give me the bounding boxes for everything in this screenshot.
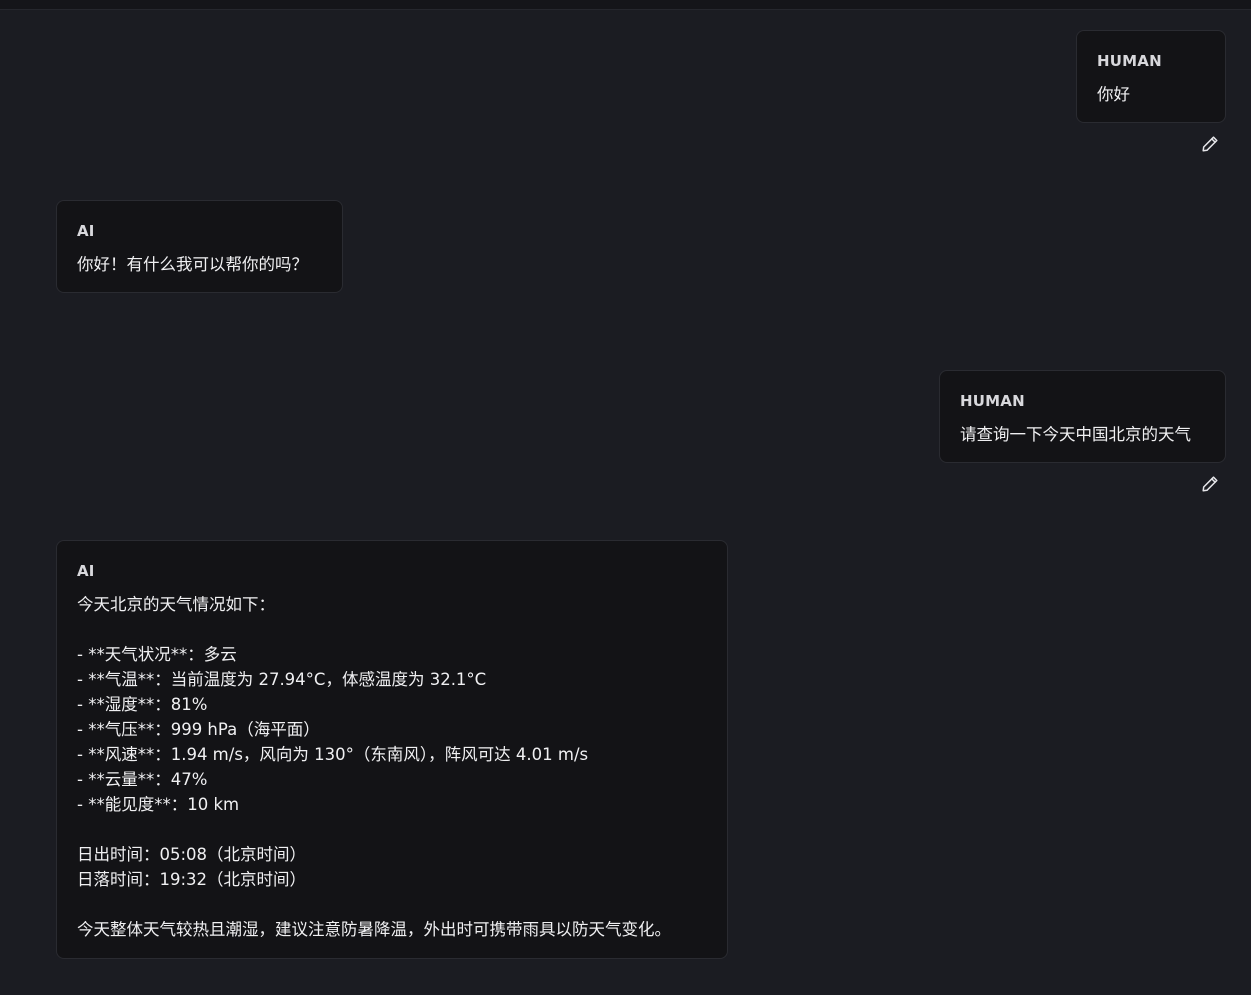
ai-message-2: AI 今天北京的天气情况如下： - **天气状况**：多云 - **气温**：当… bbox=[56, 540, 728, 959]
ai-message-1: AI 你好！有什么我可以帮你的吗？ bbox=[56, 200, 343, 293]
message-text: 请查询一下今天中国北京的天气 bbox=[960, 425, 1191, 444]
message-role: AI bbox=[77, 222, 95, 240]
pencil-icon bbox=[1202, 136, 1218, 152]
message-role: AI bbox=[77, 562, 95, 580]
pencil-icon bbox=[1202, 476, 1218, 492]
message-text: 你好！有什么我可以帮你的吗？ bbox=[77, 255, 308, 274]
message-role: HUMAN bbox=[1097, 52, 1162, 70]
top-bar bbox=[0, 0, 1251, 10]
message-text: 今天北京的天气情况如下： - **天气状况**：多云 - **气温**：当前温度… bbox=[77, 595, 671, 939]
message-role: HUMAN bbox=[960, 392, 1025, 410]
edit-message-button[interactable] bbox=[1199, 473, 1221, 495]
human-message-1: HUMAN 你好 bbox=[1076, 30, 1226, 123]
edit-message-button[interactable] bbox=[1199, 133, 1221, 155]
message-text: 你好 bbox=[1097, 85, 1130, 104]
human-message-2: HUMAN 请查询一下今天中国北京的天气 bbox=[939, 370, 1226, 463]
